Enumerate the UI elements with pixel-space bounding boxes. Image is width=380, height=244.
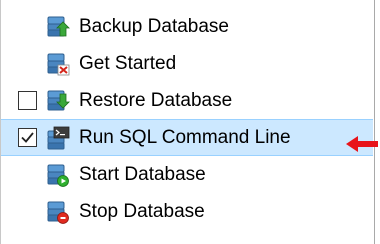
restore-database-checkbox[interactable] (18, 91, 37, 110)
tree-item-label: Stop Database (79, 200, 205, 222)
tree-item-backup-database[interactable]: Backup Database (1, 8, 374, 45)
checkbox-slot (18, 82, 45, 119)
checkbox-slot (18, 156, 45, 193)
checkbox-slot (18, 120, 45, 155)
restore-database-icon (45, 88, 71, 114)
tree-item-label: Restore Database (79, 89, 233, 111)
tree-item-label: Get Started (79, 52, 177, 74)
checkbox-slot (18, 8, 45, 45)
tree-panel: Backup Database Get Started Restore Data… (0, 0, 375, 244)
start-database-icon (45, 162, 71, 188)
checkbox-slot (18, 193, 45, 230)
red-arrow-icon (346, 136, 378, 152)
get-started-icon (45, 51, 71, 77)
tree-item-label: Start Database (79, 163, 206, 185)
checkbox-slot (18, 45, 45, 82)
stop-database-icon (45, 199, 71, 225)
run-sql-command-line-checkbox[interactable] (18, 128, 37, 147)
checkmark-icon (21, 132, 34, 143)
tree-item-get-started[interactable]: Get Started (1, 45, 374, 82)
backup-database-icon (45, 14, 71, 40)
tree-list: Backup Database Get Started Restore Data… (1, 8, 374, 230)
tree-item-label: Backup Database (79, 15, 229, 37)
tree-item-start-database[interactable]: Start Database (1, 156, 374, 193)
tree-item-run-sql-command-line[interactable]: Run SQL Command Line (1, 119, 373, 156)
tree-item-restore-database[interactable]: Restore Database (1, 82, 374, 119)
run-sql-command-line-icon (45, 125, 71, 151)
tree-item-label: Run SQL Command Line (79, 126, 291, 148)
tree-item-stop-database[interactable]: Stop Database (1, 193, 374, 230)
